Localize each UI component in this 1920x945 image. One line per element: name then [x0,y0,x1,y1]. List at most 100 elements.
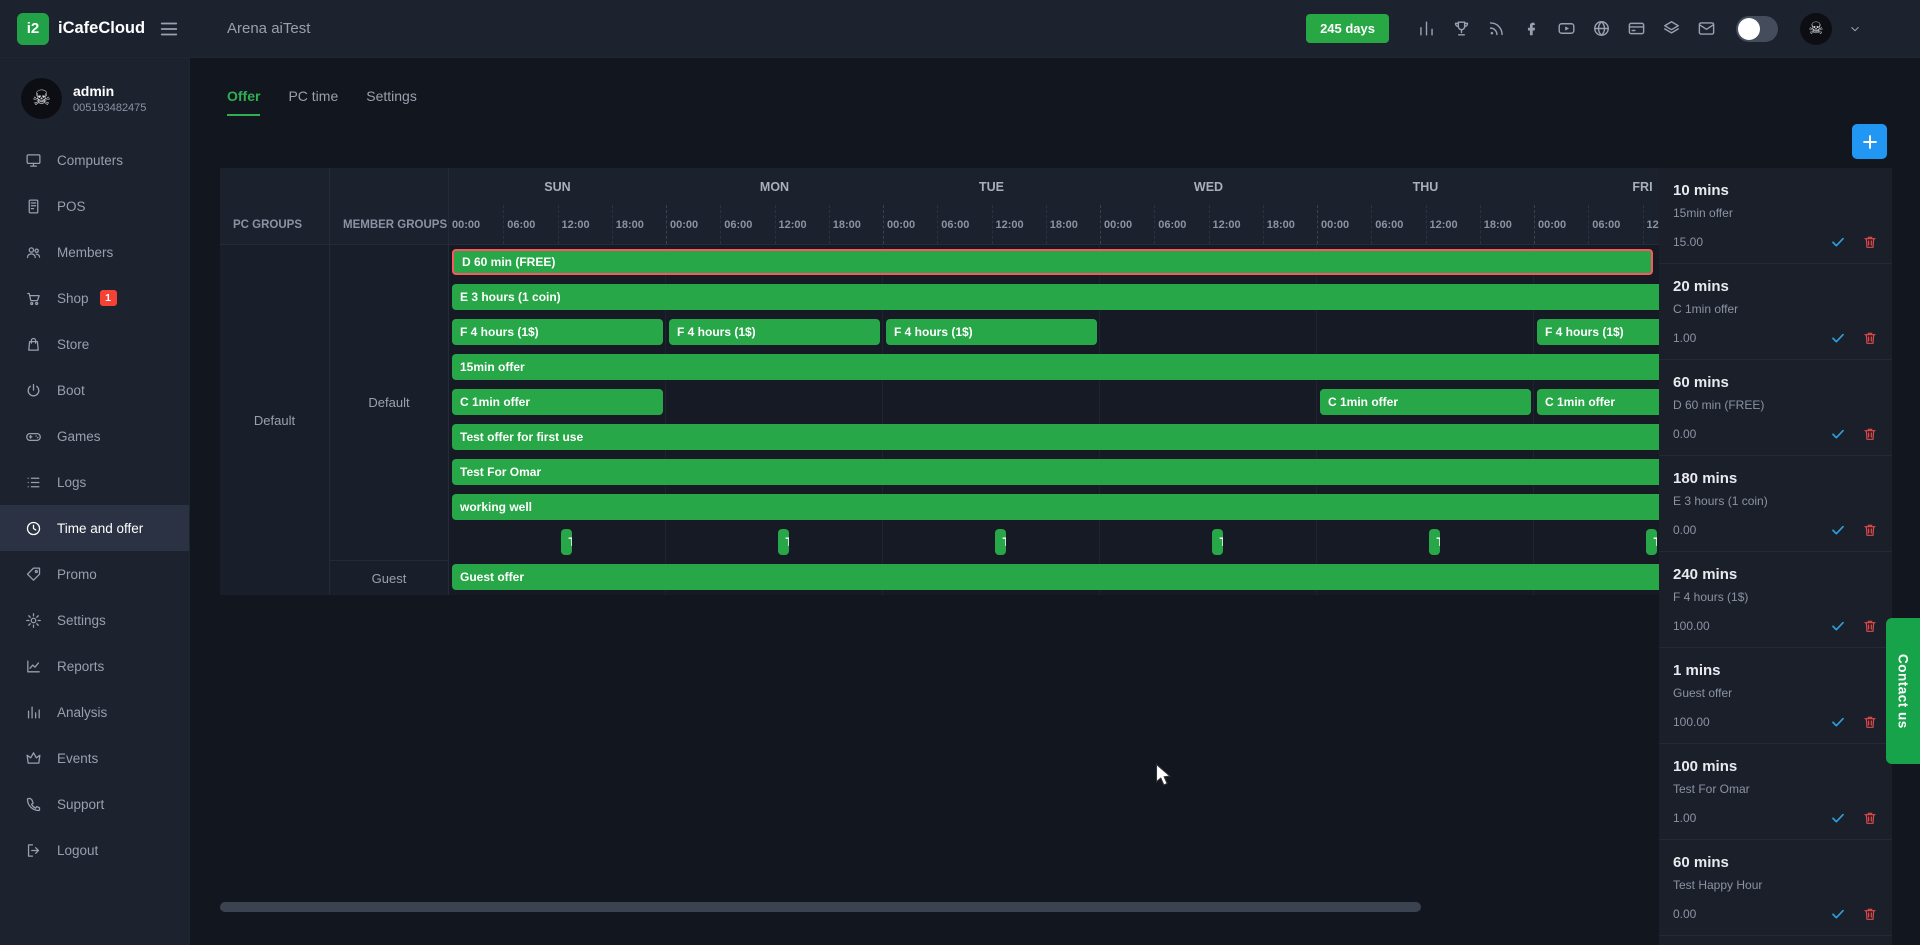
sidebar-item-promo[interactable]: Promo [0,551,189,597]
sidebar-item-events[interactable]: Events [0,735,189,781]
sidebar-item-members[interactable]: Members [0,229,189,275]
menu-icon[interactable] [158,18,180,40]
tab-bar: Offer PC time Settings [227,88,417,116]
offer-list-item[interactable]: 240 minsF 4 hours (1$)100.00 [1659,552,1892,648]
member-group-cell[interactable]: Default [330,245,448,560]
offer-list-item[interactable]: 180 minsE 3 hours (1 coin)0.00 [1659,456,1892,552]
sidebar-item-games[interactable]: Games [0,413,189,459]
sidebar-item-pos[interactable]: POS [0,183,189,229]
timeline-viewport[interactable]: SUNMONTUEWEDTHUFRI 00:0006:0012:0018:000… [449,168,1659,595]
offer-name: Test Happy Hour [1673,878,1878,892]
check-icon[interactable] [1830,618,1846,634]
pc-group-cell[interactable]: Default [220,245,329,595]
member-group-cell[interactable]: Guest [330,560,448,595]
offer-list-item[interactable]: 60 minsTest Happy Hour0.00 [1659,840,1892,936]
trash-icon[interactable] [1862,906,1878,922]
trash-icon[interactable] [1862,426,1878,442]
events-icon [25,750,42,767]
offer-bar[interactable]: C 1min offer [1320,389,1531,415]
trash-icon[interactable] [1862,234,1878,250]
time-label: 00:00 [1100,205,1154,244]
tab-offer[interactable]: Offer [227,88,260,116]
offer-list-item[interactable]: 10 mins15min offer15.00 [1659,168,1892,264]
offer-bar[interactable]: F 4 hours (1$) [886,319,1097,345]
check-icon[interactable] [1830,906,1846,922]
horizontal-scrollbar-thumb[interactable] [220,902,1421,912]
sidebar-item-support[interactable]: Support [0,781,189,827]
offer-list-item[interactable]: 20 minsC 1min offer1.00 [1659,264,1892,360]
offer-bar[interactable]: C 1min offer [1537,389,1659,415]
time-label: 06:00 [720,205,774,244]
sidebar-item-logs[interactable]: Logs [0,459,189,505]
offer-list-item[interactable]: 100 minsTest For Omar1.00 [1659,744,1892,840]
payment-icon[interactable] [1627,19,1646,38]
offer-bar[interactable]: Test offer for first use [452,424,1659,450]
offer-bar[interactable]: T [995,529,1006,555]
offer-bottom-row: 100.00 [1673,618,1878,634]
sidebar-item-label: Shop [57,291,89,306]
offer-list-item[interactable]: 1 minsGuest offer100.00 [1659,648,1892,744]
sidebar-item-label: Support [57,797,104,812]
mail-icon[interactable] [1697,19,1716,38]
offer-bar[interactable]: T [1429,529,1440,555]
offer-bar[interactable]: Guest offer [452,564,1659,590]
timeline-row: TTTTTT [449,525,1659,560]
sidebar-item-analysis[interactable]: Analysis [0,689,189,735]
theme-toggle[interactable] [1736,16,1778,42]
trophy-icon[interactable] [1452,19,1471,38]
offer-bar[interactable]: T [561,529,572,555]
trash-icon[interactable] [1862,714,1878,730]
check-icon[interactable] [1830,426,1846,442]
trash-icon[interactable] [1862,330,1878,346]
add-offer-button[interactable] [1852,124,1887,159]
check-icon[interactable] [1830,234,1846,250]
offer-bar[interactable]: T [1646,529,1657,555]
stats-icon[interactable] [1417,19,1436,38]
offer-bar[interactable]: T [1212,529,1223,555]
sidebar-item-label: Events [57,751,98,766]
offer-bar[interactable]: 15min offer [452,354,1659,380]
sidebar-user-block[interactable]: admin 005193482475 [0,58,189,137]
check-icon[interactable] [1830,330,1846,346]
sidebar-item-shop[interactable]: Shop1 [0,275,189,321]
check-icon[interactable] [1830,810,1846,826]
trash-icon[interactable] [1862,618,1878,634]
theme-toggle-knob [1738,18,1760,40]
trash-icon[interactable] [1862,522,1878,538]
offer-bar[interactable]: F 4 hours (1$) [669,319,880,345]
sidebar-item-boot[interactable]: Boot [0,367,189,413]
offer-list-item[interactable]: 60 minsD 60 min (FREE)0.00 [1659,360,1892,456]
youtube-icon[interactable] [1557,19,1576,38]
sidebar-item-store[interactable]: Store [0,321,189,367]
sidebar-item-reports[interactable]: Reports [0,643,189,689]
offer-bar[interactable]: T [778,529,789,555]
user-avatar[interactable] [1800,13,1832,45]
sidebar-item-label: Settings [57,613,106,628]
sidebar-item-logout[interactable]: Logout [0,827,189,873]
days-remaining-badge[interactable]: 245 days [1306,14,1389,43]
sidebar-item-time-and-offer[interactable]: Time and offer [0,505,189,551]
check-icon[interactable] [1830,714,1846,730]
tab-settings[interactable]: Settings [366,88,417,116]
tasks-icon[interactable] [1662,19,1681,38]
offer-bar[interactable]: F 4 hours (1$) [1537,319,1659,345]
rss-icon[interactable] [1487,19,1506,38]
sidebar-item-label: POS [57,199,86,214]
chevron-down-icon[interactable] [1848,22,1862,36]
sidebar-item-computers[interactable]: Computers [0,137,189,183]
offer-bar[interactable]: Test For Omar [452,459,1659,485]
offer-bar[interactable]: working well [452,494,1659,520]
facebook-icon[interactable] [1522,19,1541,38]
check-icon[interactable] [1830,522,1846,538]
contact-us-button[interactable]: Contact us [1886,618,1920,764]
offer-bar[interactable]: D 60 min (FREE) [452,249,1653,275]
tab-pc-time[interactable]: PC time [288,88,338,116]
trash-icon[interactable] [1862,810,1878,826]
sidebar-item-settings[interactable]: Settings [0,597,189,643]
offer-bar[interactable]: E 3 hours (1 coin) [452,284,1659,310]
offer-bar[interactable]: F 4 hours (1$) [452,319,663,345]
globe-icon[interactable] [1592,19,1611,38]
offer-bar-label: D 60 min (FREE) [454,255,563,269]
time-label: 18:00 [612,205,666,244]
offer-bar[interactable]: C 1min offer [452,389,663,415]
